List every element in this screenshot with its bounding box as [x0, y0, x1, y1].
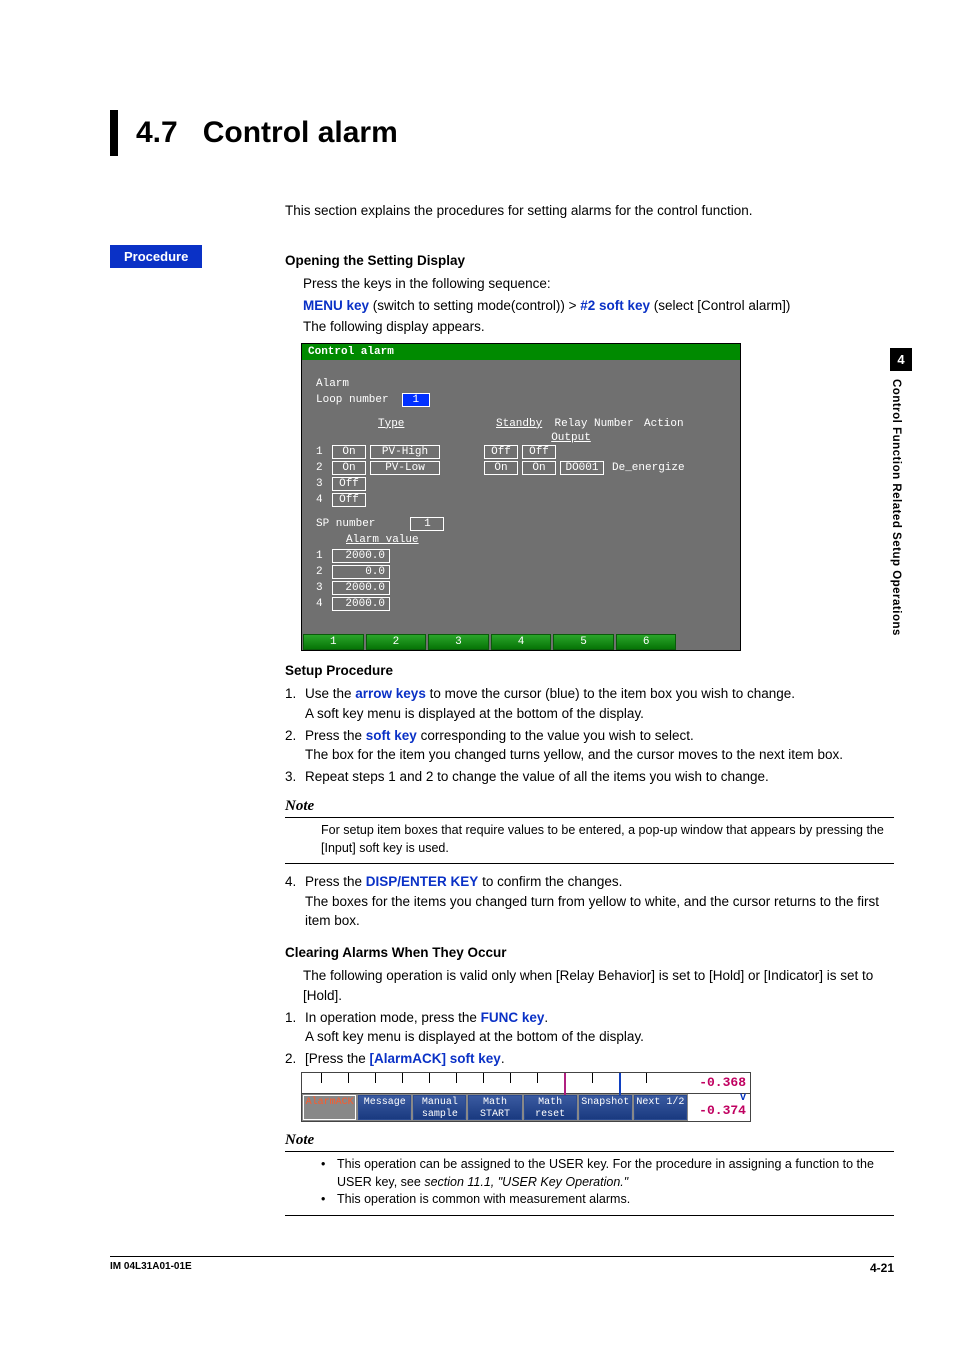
softkey-1[interactable]: 1 — [303, 634, 364, 650]
opening-menu-after: (switch to setting mode(control)) > — [369, 298, 580, 313]
chart-ticks — [302, 1073, 688, 1093]
sp-label: SP number — [316, 518, 375, 530]
alarmack-softkey: [AlarmACK] soft key — [370, 1051, 501, 1066]
device1-title: Control alarm — [302, 344, 740, 360]
softkey-blank — [678, 634, 739, 650]
softkey-2[interactable]: 2 — [366, 634, 427, 650]
note-rule — [285, 817, 894, 818]
readout-top: -0.368 — [688, 1073, 750, 1093]
softkey-5[interactable]: 5 — [553, 634, 614, 650]
softkey-manual-sample[interactable]: Manualsample — [413, 1095, 466, 1120]
softkey-math-reset[interactable]: Mathreset — [524, 1095, 577, 1120]
alarm-label: Alarm — [316, 378, 349, 390]
side-chapter-tab: 4 Control Function Related Setup Operati… — [890, 348, 912, 659]
note-rule — [285, 863, 894, 864]
func-key: FUNC key — [481, 1010, 545, 1025]
note1-body: For setup item boxes that require values… — [321, 822, 894, 857]
section-heading: 4.7 Control alarm — [110, 110, 894, 156]
note-label: Note — [285, 1132, 894, 1149]
alarm-value-label: Alarm value — [346, 534, 419, 546]
menu-key: MENU key — [303, 298, 369, 313]
note-label: Note — [285, 798, 894, 815]
clearing-intro: The following operation is valid only wh… — [303, 966, 894, 1005]
note-rule — [285, 1151, 894, 1152]
note-rule — [285, 1215, 894, 1216]
hdr-action: Action — [644, 418, 684, 430]
side-chapter-label: Control Function Related Setup Operation… — [890, 379, 902, 659]
section-title: Control alarm — [203, 116, 398, 149]
table-row: 4 Off — [316, 492, 726, 508]
soft-key: soft key — [366, 728, 417, 743]
readout-bottom: V-0.374 — [688, 1094, 750, 1121]
device1-softkeys: 1 2 3 4 5 6 — [302, 634, 740, 650]
table-row: 1 On PV-High Off Off — [316, 444, 726, 460]
arrow-keys: arrow keys — [355, 686, 426, 701]
hdr-number: Number — [594, 418, 644, 430]
hdr-relay: Relay — [548, 418, 594, 430]
note2-bullet2: This operation is common with measuremen… — [337, 1191, 630, 1209]
device-screenshot-control-alarm: Control alarm Alarm Loop number 1 Type — [301, 343, 741, 651]
footer-right: 4-21 — [870, 1261, 894, 1275]
softkey-alarmack[interactable]: AlarmACK — [303, 1095, 356, 1120]
opening-heading: Opening the Setting Display — [285, 251, 894, 271]
section-intro: This section explains the procedures for… — [285, 201, 894, 221]
table-row: 2 On PV-Low On On DO001 De_energize — [316, 460, 726, 476]
soft-key-2: #2 soft key — [580, 298, 650, 313]
loop-value[interactable]: 1 — [402, 393, 430, 407]
softkey-math-start[interactable]: MathSTART — [468, 1095, 521, 1120]
hdr-standby: Standby — [496, 418, 548, 430]
clearing-heading: Clearing Alarms When They Occur — [285, 943, 894, 963]
hdr-output: Output — [548, 432, 594, 444]
opening-line3: The following display appears. — [303, 317, 894, 337]
disp-enter-key: DISP/ENTER KEY — [366, 874, 479, 889]
footer-left: IM 04L31A01-01E — [110, 1261, 192, 1275]
page-footer: IM 04L31A01-01E 4-21 — [110, 1256, 894, 1275]
procedure-badge: Procedure — [110, 245, 202, 268]
softkey-3[interactable]: 3 — [428, 634, 489, 650]
sp-value[interactable]: 1 — [410, 517, 444, 531]
side-chapter-number: 4 — [890, 348, 912, 371]
section-number: 4.7 — [136, 116, 178, 149]
table-row: 3 Off — [316, 476, 726, 492]
opening-line1: Press the keys in the following sequence… — [303, 274, 894, 294]
setup-heading: Setup Procedure — [285, 661, 894, 681]
section-bar — [110, 110, 118, 156]
device-screenshot-softkey-bar: -0.368 AlarmACK Message Manualsample Mat… — [301, 1072, 751, 1122]
softkey-message[interactable]: Message — [358, 1095, 411, 1120]
softkey-next[interactable]: Next 1/2 — [634, 1095, 687, 1120]
softkey-snapshot[interactable]: Snapshot — [579, 1095, 632, 1120]
softkey-6[interactable]: 6 — [616, 634, 677, 650]
note2-bullet1: This operation can be assigned to the US… — [337, 1156, 894, 1191]
hdr-type: Type — [378, 418, 452, 430]
loop-label: Loop number — [316, 394, 389, 406]
softkey-4[interactable]: 4 — [491, 634, 552, 650]
opening-soft-after: (select [Control alarm]) — [650, 298, 790, 313]
